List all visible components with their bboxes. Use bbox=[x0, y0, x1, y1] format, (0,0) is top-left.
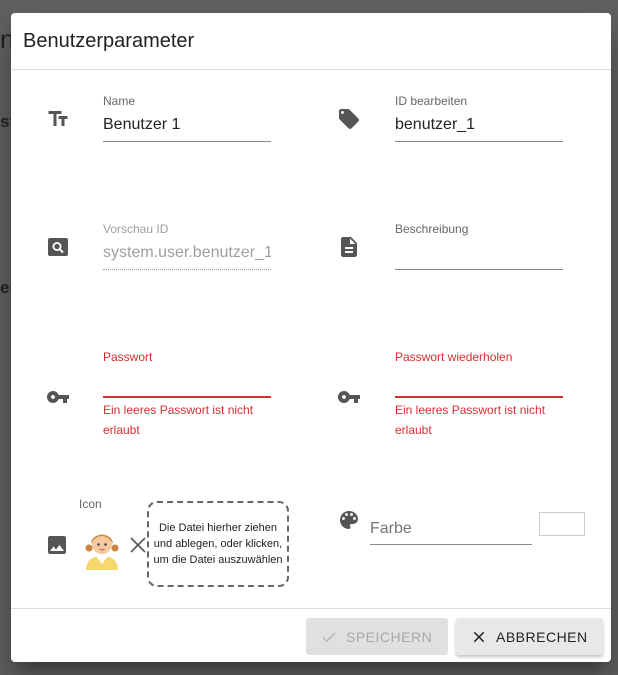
close-icon bbox=[473, 631, 485, 642]
icon-label: Icon bbox=[79, 497, 102, 511]
dialog-title: Benutzerparameter bbox=[23, 30, 195, 52]
preview-id-underline bbox=[103, 269, 271, 270]
id-edit-input-underline bbox=[395, 141, 563, 142]
preview-id-label: Vorschau ID bbox=[103, 222, 169, 236]
user-avatar-icon bbox=[83, 526, 121, 570]
password-input[interactable] bbox=[103, 373, 271, 393]
title-divider bbox=[11, 69, 611, 70]
color-input[interactable] bbox=[370, 518, 532, 540]
password-label: Passwort bbox=[103, 350, 153, 364]
description-input[interactable] bbox=[395, 244, 563, 264]
clear-icon-close-icon[interactable] bbox=[128, 535, 148, 555]
description-input-underline bbox=[395, 269, 563, 270]
key-icon bbox=[46, 385, 70, 409]
user-parameters-dialog: Benutzerparameter Name Benutzer 1 ID bea… bbox=[11, 13, 611, 662]
cancel-button-label: ABBRECHEN bbox=[496, 628, 588, 645]
password-repeat-input-underline bbox=[395, 396, 563, 398]
name-input[interactable]: Benutzer 1 bbox=[103, 116, 271, 134]
footer-divider bbox=[11, 608, 611, 609]
palette-icon bbox=[337, 508, 361, 532]
image-icon bbox=[45, 533, 69, 557]
password-error-text: Ein leeres Passwort ist nicht erlaubt bbox=[103, 403, 254, 437]
key-icon bbox=[337, 385, 361, 409]
dropzone-text: Die Datei hierher ziehen und ablegen, od… bbox=[153, 522, 283, 566]
password-input-underline bbox=[103, 396, 271, 398]
tag-icon bbox=[337, 107, 361, 131]
password-repeat-label: Passwort wiederholen bbox=[395, 350, 513, 364]
password-repeat-input[interactable] bbox=[395, 373, 563, 393]
preview-id-input: system.user.benutzer_1 bbox=[103, 244, 271, 261]
check-icon bbox=[322, 631, 336, 642]
save-button-label: SPEICHERN bbox=[346, 628, 433, 645]
description-icon bbox=[337, 235, 361, 259]
name-input-underline bbox=[103, 141, 271, 142]
name-label: Name bbox=[103, 94, 136, 108]
color-swatch[interactable] bbox=[539, 512, 585, 536]
cancel-button[interactable]: ABBRECHEN bbox=[456, 618, 603, 655]
text-fields-icon bbox=[46, 107, 70, 131]
save-button[interactable]: SPEICHERN bbox=[306, 618, 448, 655]
color-input-underline bbox=[370, 544, 532, 545]
id-edit-input[interactable]: benutzer_1 bbox=[395, 116, 563, 134]
icon-dropzone[interactable]: Die Datei hierher ziehen und ablegen, od… bbox=[147, 501, 289, 587]
description-label: Beschreibung bbox=[395, 222, 469, 236]
search-box-icon bbox=[46, 235, 70, 259]
id-edit-label: ID bearbeiten bbox=[395, 94, 468, 108]
password-repeat-error-text: Ein leeres Passwort ist nicht erlaubt bbox=[395, 403, 546, 437]
